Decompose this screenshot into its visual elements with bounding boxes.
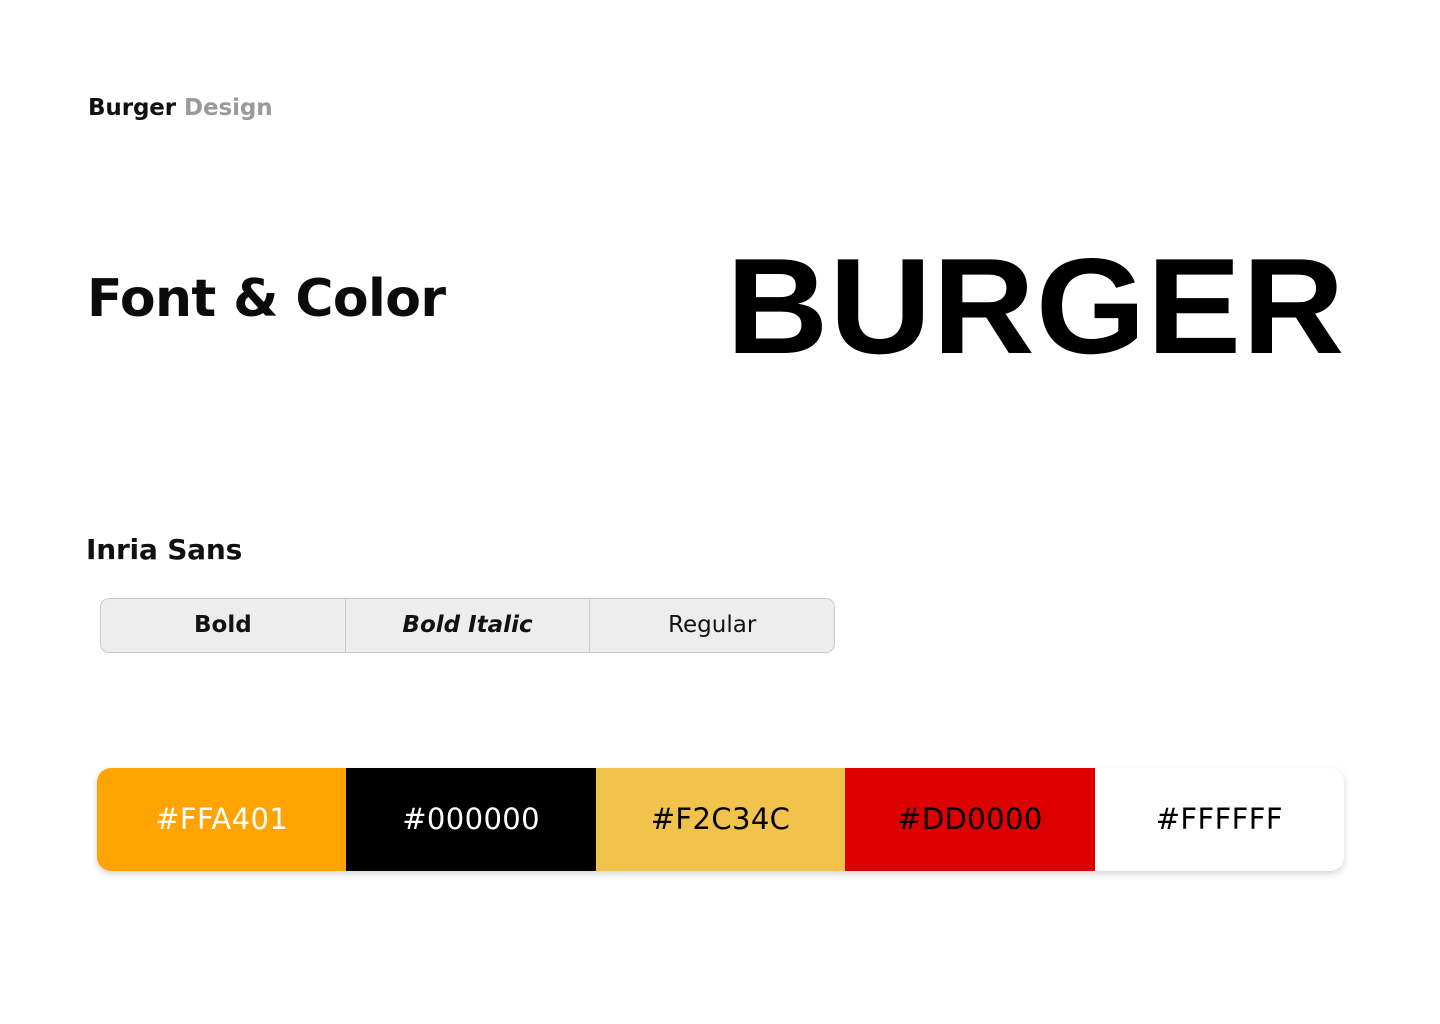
page-title: Font & Color [87,268,446,329]
font-style-bar: Bold Bold Italic Regular [100,598,835,653]
font-style-label-regular: Regular [668,612,757,638]
color-palette: #FFA401 #000000 #F2C34C #DD0000 #FFFFFF [97,768,1344,871]
brand-name-secondary: Design [183,95,273,121]
typeface-name: Inria Sans [86,533,243,566]
color-swatch-white: #FFFFFF [1094,768,1344,871]
brand-wordmark: BURGER [725,230,1345,382]
color-swatch-orange: #FFA401 [97,768,347,871]
color-swatch-gold: #F2C34C [595,768,846,871]
color-swatch-label-red: #DD0000 [897,802,1043,836]
brand-lockup: Burger Design [88,97,273,120]
color-swatch-red: #DD0000 [845,768,1095,871]
font-style-cell-regular: Regular [589,599,834,652]
font-style-cell-bold: Bold [101,599,345,652]
color-swatch-label-black: #000000 [402,802,541,836]
font-style-cell-bold-italic: Bold Italic [344,599,590,652]
color-swatch-label-gold: #F2C34C [650,802,791,836]
font-style-label-bold: Bold [193,612,252,638]
brand-name-primary: Burger [88,95,177,121]
color-swatch-black: #000000 [346,768,596,871]
color-swatch-label-white: #FFFFFF [1155,802,1283,836]
font-style-label-bold-italic: Bold Italic [402,612,533,638]
color-swatch-label-orange: #FFA401 [155,802,289,836]
